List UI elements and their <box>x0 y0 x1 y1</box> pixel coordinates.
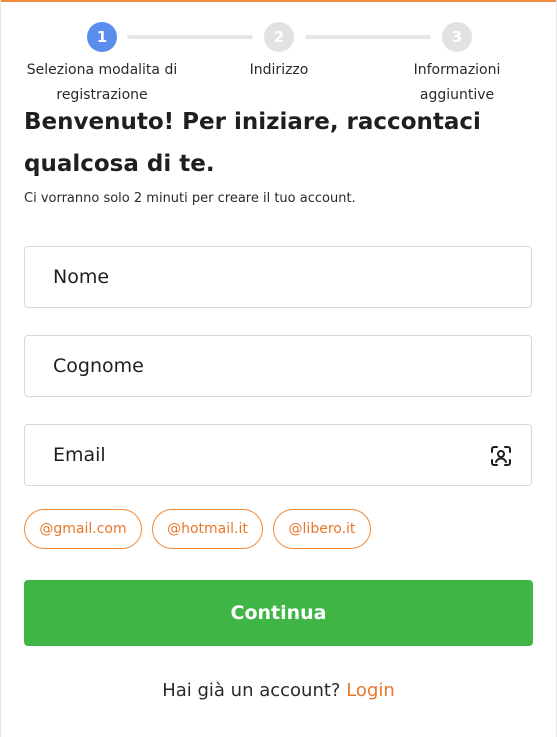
page-subtitle: Ci vorranno solo 2 minuti per creare il … <box>24 191 356 206</box>
first-name-input[interactable] <box>51 265 475 289</box>
registration-stepper: 1 2 3 Seleziona modalita di registrazion… <box>0 20 557 110</box>
domain-chip-gmail[interactable]: @gmail.com <box>24 509 142 549</box>
step-1-indicator: 1 <box>87 22 117 52</box>
step-2-indicator: 2 <box>264 22 294 52</box>
step-connector-2-3 <box>305 35 431 39</box>
email-field <box>24 424 532 486</box>
step-3-indicator: 3 <box>442 22 472 52</box>
step-3-label-line1: Informazioni <box>413 62 501 78</box>
last-name-field <box>24 335 532 397</box>
domain-chip-libero[interactable]: @libero.it <box>273 509 371 549</box>
last-name-input[interactable] <box>51 354 475 378</box>
login-prompt-row: Hai già un account? Login <box>0 680 557 701</box>
first-name-field <box>24 246 532 308</box>
contact-scan-icon[interactable] <box>489 444 513 468</box>
step-2-label-line1: Indirizzo <box>249 62 309 78</box>
domain-chip-hotmail[interactable]: @hotmail.it <box>152 509 263 549</box>
email-input[interactable] <box>51 443 475 467</box>
login-link[interactable]: Login <box>346 680 395 701</box>
continue-button[interactable]: Continua <box>24 580 533 646</box>
step-connector-1-2 <box>127 35 253 39</box>
step-1-label-line1: Seleziona modalita di <box>26 62 178 78</box>
left-border <box>0 0 1 737</box>
top-accent-border <box>0 0 557 2</box>
login-prompt-text: Hai già un account? <box>162 680 341 701</box>
page-title: Benvenuto! Per iniziare, raccontaci qual… <box>24 109 481 177</box>
step-2-label: Indirizzo <box>229 58 329 83</box>
